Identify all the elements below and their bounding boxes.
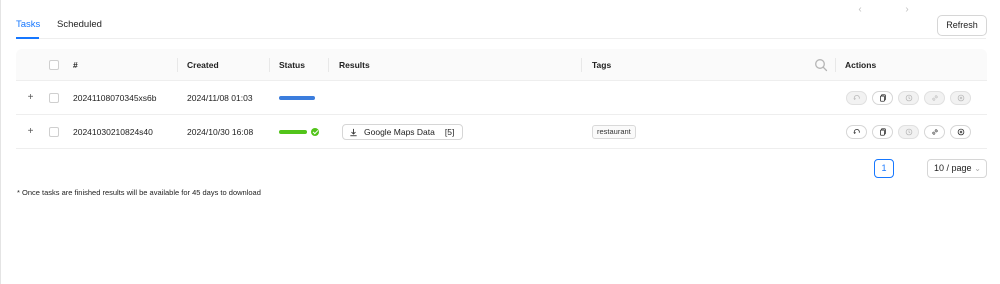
cancel-icon [957, 94, 964, 102]
table-header: # Created Status Results Tags Actions [16, 49, 987, 81]
cancel-button[interactable] [950, 125, 971, 139]
task-created: 2024/10/30 16:08 [187, 127, 254, 137]
retry-icon [852, 94, 860, 101]
link-button[interactable] [924, 91, 945, 105]
tab-tasks[interactable]: Tasks [16, 19, 40, 30]
schedule-icon [905, 128, 912, 136]
page-size-value: 10 / page [934, 163, 972, 173]
row-checkbox[interactable] [49, 127, 59, 137]
progress-fill [279, 130, 307, 134]
result-count: [5] [444, 127, 455, 137]
schedule-button[interactable] [898, 91, 919, 105]
copy-button[interactable] [872, 91, 893, 105]
cancel-icon [957, 128, 964, 136]
chevron-left-icon[interactable]: ‹ [852, 0, 868, 19]
tasks-table: # Created Status Results Tags Actions + … [16, 49, 987, 149]
window-left-border [0, 0, 1, 284]
schedule-icon [905, 94, 912, 102]
table-row: + 20241108070345xs6b 2024/11/08 01:03 [16, 81, 987, 115]
column-header-number: # [73, 60, 78, 70]
column-header-results: Results [339, 60, 370, 70]
cancel-button[interactable] [950, 91, 971, 105]
link-icon [931, 129, 938, 135]
check-circle-icon [311, 128, 319, 136]
select-all-checkbox[interactable] [49, 60, 59, 70]
active-tab-indicator [16, 37, 39, 39]
tab-scheduled-label: Scheduled [57, 19, 102, 30]
link-icon [931, 95, 938, 101]
copy-icon [879, 128, 886, 136]
expand-row-icon[interactable]: + [26, 93, 35, 103]
copy-button[interactable] [872, 125, 893, 139]
column-divider [581, 58, 582, 72]
link-button[interactable] [924, 125, 945, 139]
tab-scheduled[interactable]: Scheduled [57, 19, 102, 30]
column-header-tags: Tags [592, 60, 612, 70]
retry-button[interactable] [846, 125, 867, 139]
download-icon [350, 128, 357, 136]
column-divider [835, 58, 836, 72]
page-size-select[interactable]: 10 / page ⌄ [927, 159, 987, 178]
retention-note: * Once tasks are finished results will b… [17, 188, 261, 197]
task-id: 20241030210824s40 [73, 127, 153, 137]
retry-icon [852, 128, 860, 135]
chevron-right-icon[interactable]: › [899, 0, 915, 19]
chevron-down-icon: ⌄ [974, 164, 981, 173]
status-progress-bar [279, 96, 315, 100]
column-header-created[interactable]: Created [187, 49, 219, 81]
column-divider [269, 58, 270, 72]
row-checkbox[interactable] [49, 93, 59, 103]
schedule-button[interactable] [898, 125, 919, 139]
tag-badge: restaurant [592, 125, 636, 139]
table-row: + 20241030210824s40 2024/10/30 16:08 Goo… [16, 115, 987, 149]
row-actions [846, 91, 971, 105]
column-divider [177, 58, 178, 72]
status-progress-bar [279, 130, 307, 134]
task-id: 20241108070345xs6b [73, 93, 157, 103]
column-divider [328, 58, 329, 72]
column-header-actions: Actions [845, 60, 877, 70]
page-1-button[interactable]: 1 [874, 159, 894, 178]
search-icon[interactable] [814, 58, 828, 72]
download-results-button[interactable]: Google Maps Data [5] [342, 124, 464, 140]
row-actions [846, 125, 971, 139]
tab-bar: Tasks Scheduled [16, 0, 986, 39]
expand-row-icon[interactable]: + [26, 127, 35, 137]
tab-tasks-label: Tasks [16, 19, 41, 30]
progress-fill [279, 96, 315, 100]
column-header-status[interactable]: Status [279, 49, 305, 81]
refresh-button[interactable]: Refresh [937, 15, 987, 36]
copy-icon [879, 94, 886, 102]
retry-button[interactable] [846, 91, 867, 105]
result-label: Google Maps Data [364, 127, 435, 137]
task-created: 2024/11/08 01:03 [187, 93, 253, 103]
